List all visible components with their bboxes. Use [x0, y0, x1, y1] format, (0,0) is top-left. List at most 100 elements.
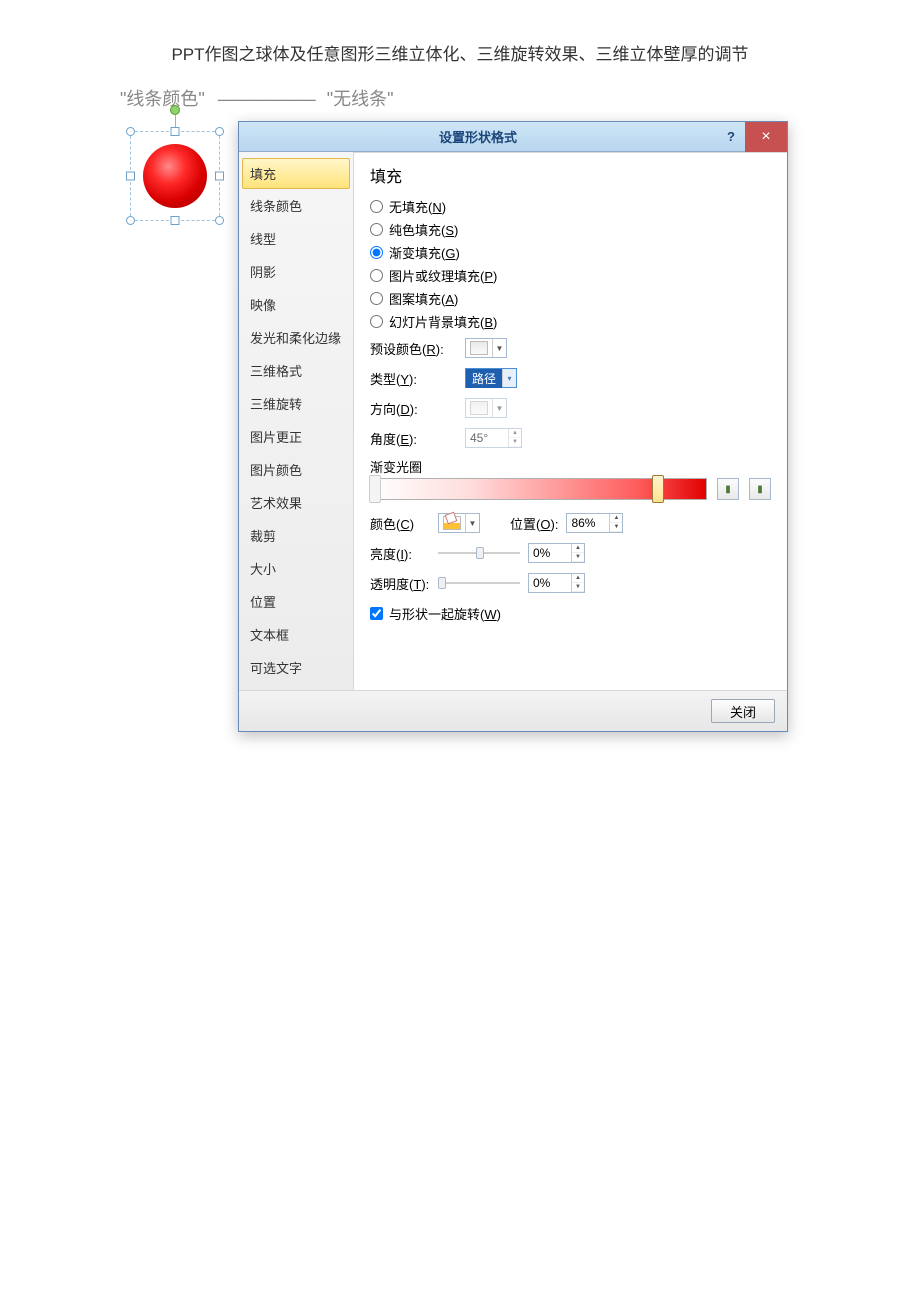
rotation-handle[interactable]: [170, 105, 180, 115]
spin-down-icon[interactable]: ▼: [509, 438, 521, 447]
position-input[interactable]: [567, 514, 609, 532]
resize-handle-t[interactable]: [171, 127, 180, 136]
angle-input[interactable]: [466, 429, 508, 447]
fill-option-label: 纯色填充(S): [389, 220, 458, 239]
chevron-down-icon: ▾: [502, 369, 516, 387]
spin-down-icon[interactable]: ▼: [572, 553, 584, 562]
gradient-stop-2[interactable]: [652, 475, 664, 503]
fill-panel: 填充 无填充(N) 纯色填充(S) 渐变填充(G) 图片或纹理填充(P) 图案填充(A)…: [354, 152, 787, 690]
transparency-label: 透明度(T):: [370, 574, 430, 593]
transparency-slider[interactable]: [438, 575, 520, 591]
category-sidebar: 填充线条颜色线型阴影映像发光和柔化边缘三维格式三维旋转图片更正图片颜色艺术效果裁…: [239, 152, 354, 690]
breadcrumb-a: 线条颜色: [126, 89, 198, 109]
preset-color-dropdown[interactable]: ▼: [465, 338, 507, 358]
fill-option-label: 图案填充(A): [389, 289, 458, 308]
sidebar-item-15[interactable]: 可选文字: [239, 651, 353, 684]
sidebar-item-7[interactable]: 三维旋转: [239, 387, 353, 420]
fill-option-3[interactable]: 图片或纹理填充(P): [370, 264, 771, 287]
type-dropdown[interactable]: 路径 ▾: [465, 368, 517, 388]
sidebar-item-5[interactable]: 发光和柔化边缘: [239, 321, 353, 354]
preset-color-label: 预设颜色(R):: [370, 339, 455, 358]
spin-up-icon[interactable]: ▲: [572, 574, 584, 583]
direction-dropdown[interactable]: ▼: [465, 398, 507, 418]
close-button[interactable]: 关闭: [711, 699, 775, 723]
fill-option-label: 幻灯片背景填充(B): [389, 312, 497, 331]
sphere-shape[interactable]: [143, 144, 207, 208]
shape-preview[interactable]: [120, 121, 230, 231]
sidebar-item-10[interactable]: 艺术效果: [239, 486, 353, 519]
sidebar-item-14[interactable]: 文本框: [239, 618, 353, 651]
spin-down-icon[interactable]: ▼: [610, 523, 622, 532]
chevron-down-icon: ▼: [492, 339, 506, 357]
fill-option-5[interactable]: 幻灯片背景填充(B): [370, 310, 771, 333]
position-spinner[interactable]: ▲▼: [566, 513, 623, 533]
help-button[interactable]: ?: [717, 129, 745, 144]
sidebar-item-4[interactable]: 映像: [239, 288, 353, 321]
dialog-title: 设置形状格式: [239, 127, 717, 146]
sidebar-item-0[interactable]: 填充: [242, 158, 350, 189]
gradient-stop-1[interactable]: [369, 475, 381, 503]
fill-option-label: 渐变填充(G): [389, 243, 460, 262]
slider-thumb[interactable]: [438, 577, 446, 589]
close-icon[interactable]: ×: [745, 122, 787, 152]
spin-up-icon[interactable]: ▲: [572, 544, 584, 553]
add-gradient-stop-button[interactable]: ▮: [717, 478, 739, 500]
preset-color-swatch: [470, 341, 488, 355]
spin-down-icon[interactable]: ▼: [572, 583, 584, 592]
paint-bucket-icon: [443, 516, 461, 530]
angle-spinner[interactable]: ▲▼: [465, 428, 522, 448]
rotate-with-shape-checkbox[interactable]: [370, 607, 383, 620]
sidebar-item-3[interactable]: 阴影: [239, 255, 353, 288]
fill-radio-2[interactable]: [370, 246, 383, 259]
fill-option-0[interactable]: 无填充(N): [370, 195, 771, 218]
transparency-input[interactable]: [529, 574, 571, 592]
color-label: 颜色(C): [370, 514, 430, 533]
type-label: 类型(Y):: [370, 369, 455, 388]
resize-handle-tr[interactable]: [215, 127, 224, 136]
position-label: 位置(O):: [510, 514, 558, 533]
sidebar-item-1[interactable]: 线条颜色: [239, 189, 353, 222]
chevron-down-icon: ▼: [492, 399, 506, 417]
fill-option-2[interactable]: 渐变填充(G): [370, 241, 771, 264]
document-title: PPT作图之球体及任意图形三维立体化、三维旋转效果、三维立体壁厚的调节: [0, 0, 920, 85]
sidebar-item-9[interactable]: 图片颜色: [239, 453, 353, 486]
spin-up-icon[interactable]: ▲: [610, 514, 622, 523]
resize-handle-l[interactable]: [126, 172, 135, 181]
remove-gradient-stop-button[interactable]: ▮: [749, 478, 771, 500]
rotate-with-shape-label[interactable]: 与形状一起旋转(W): [389, 604, 501, 623]
fill-radio-0[interactable]: [370, 200, 383, 213]
fill-option-1[interactable]: 纯色填充(S): [370, 218, 771, 241]
panel-title: 填充: [370, 163, 771, 187]
angle-label: 角度(E):: [370, 429, 455, 448]
gradient-stops-label: 渐变光圈: [370, 453, 771, 478]
sidebar-item-8[interactable]: 图片更正: [239, 420, 353, 453]
gradient-track[interactable]: [370, 478, 707, 500]
resize-handle-bl[interactable]: [126, 216, 135, 225]
resize-handle-tl[interactable]: [126, 127, 135, 136]
fill-radio-4[interactable]: [370, 292, 383, 305]
fill-radio-5[interactable]: [370, 315, 383, 328]
brightness-slider[interactable]: [438, 545, 520, 561]
resize-handle-br[interactable]: [215, 216, 224, 225]
transparency-spinner[interactable]: ▲▼: [528, 573, 585, 593]
sidebar-item-13[interactable]: 位置: [239, 585, 353, 618]
sidebar-item-2[interactable]: 线型: [239, 222, 353, 255]
fill-radio-1[interactable]: [370, 223, 383, 236]
fill-option-4[interactable]: 图案填充(A): [370, 287, 771, 310]
spin-up-icon[interactable]: ▲: [509, 429, 521, 438]
resize-handle-b[interactable]: [171, 216, 180, 225]
sidebar-item-12[interactable]: 大小: [239, 552, 353, 585]
brightness-label: 亮度(I):: [370, 544, 430, 563]
fill-radio-3[interactable]: [370, 269, 383, 282]
brightness-spinner[interactable]: ▲▼: [528, 543, 585, 563]
dialog-titlebar[interactable]: 设置形状格式 ? ×: [239, 122, 787, 152]
direction-swatch: [470, 401, 488, 415]
direction-label: 方向(D):: [370, 399, 455, 418]
sidebar-item-11[interactable]: 裁剪: [239, 519, 353, 552]
chevron-down-icon: ▼: [465, 514, 479, 532]
slider-thumb[interactable]: [476, 547, 484, 559]
brightness-input[interactable]: [529, 544, 571, 562]
sidebar-item-6[interactable]: 三维格式: [239, 354, 353, 387]
resize-handle-r[interactable]: [215, 172, 224, 181]
color-dropdown[interactable]: ▼: [438, 513, 480, 533]
